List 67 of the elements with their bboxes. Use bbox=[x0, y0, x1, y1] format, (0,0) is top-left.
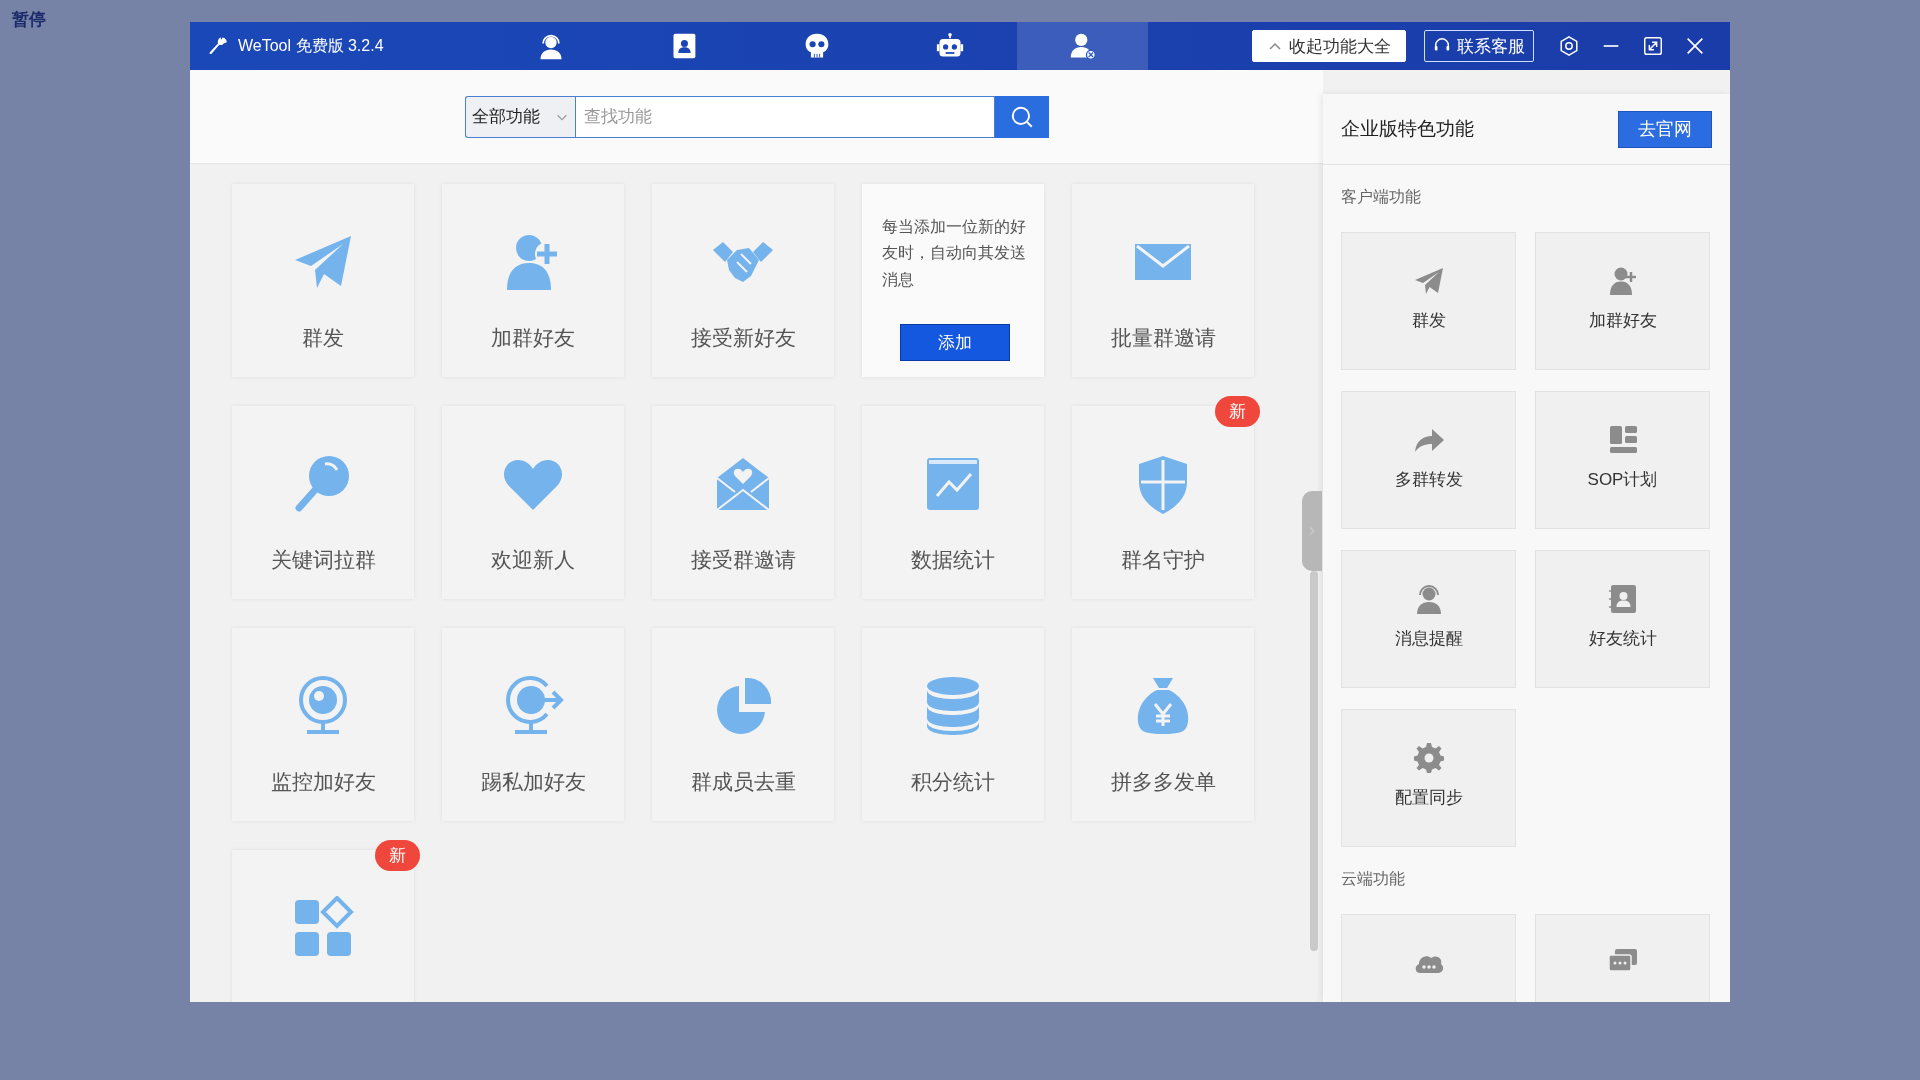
feature-label: 群发 bbox=[302, 325, 344, 351]
feature-card[interactable]: 数据统计 bbox=[862, 406, 1044, 599]
search-field[interactable]: 查找功能 bbox=[575, 95, 995, 138]
feature-card[interactable]: 拼多多发单 bbox=[1072, 628, 1254, 821]
feature-label: SOP计划 bbox=[1587, 469, 1658, 491]
contact-card-icon bbox=[1606, 583, 1639, 615]
feature-card[interactable]: 好友统计 bbox=[1535, 550, 1710, 688]
add-button[interactable]: 添加 bbox=[900, 324, 1010, 361]
feature-card[interactable]: 接受新好友 bbox=[652, 184, 834, 377]
desktop-label: 暂停 bbox=[12, 9, 46, 31]
robot-icon bbox=[935, 32, 964, 60]
nav-tab[interactable] bbox=[1017, 22, 1148, 70]
collapse-button[interactable]: 收起功能大全 bbox=[1252, 30, 1406, 62]
gear-icon bbox=[1412, 742, 1445, 774]
feature-card[interactable]: 积分统计 bbox=[862, 628, 1044, 821]
feature-card[interactable]: 踢私加好友 bbox=[442, 628, 624, 821]
section-heading: 云端功能 bbox=[1341, 869, 1406, 889]
feature-label: 数据统计 bbox=[911, 547, 995, 573]
feature-label: 群发 bbox=[1411, 310, 1446, 332]
collapse-handle[interactable] bbox=[1302, 491, 1322, 571]
settings-icon[interactable] bbox=[1558, 35, 1580, 57]
feature-label: 接受新好友 bbox=[690, 325, 796, 351]
feature-card[interactable]: 群发 bbox=[232, 184, 414, 377]
maximize-icon[interactable] bbox=[1642, 35, 1664, 57]
feature-label: 群成员去重 bbox=[690, 769, 796, 795]
feature-card[interactable]: 消息提醒 bbox=[1341, 550, 1516, 688]
feature-card[interactable]: 关键词拉群 bbox=[232, 406, 414, 599]
feature-label: 监控加好友 bbox=[270, 769, 376, 795]
search-button[interactable] bbox=[995, 95, 1049, 138]
feature-card[interactable]: 欢迎新人 bbox=[442, 406, 624, 599]
feature-label: 配置同步 bbox=[1394, 787, 1463, 809]
new-badge: 新 bbox=[375, 840, 420, 871]
feature-label: 踢私加好友 bbox=[480, 769, 586, 795]
feature-card[interactable]: 加群好友 bbox=[442, 184, 624, 377]
feature-card[interactable]: 群成员去重 bbox=[652, 628, 834, 821]
feature-label: 关键词拉群 bbox=[270, 547, 376, 573]
scrollbar[interactable] bbox=[1310, 571, 1318, 951]
feature-label: 加群好友 bbox=[491, 325, 575, 351]
feature-card[interactable]: 批量群邀请 bbox=[1072, 184, 1254, 377]
feature-card[interactable]: 配置同步 bbox=[1341, 709, 1516, 847]
feature-label: 欢迎新人 bbox=[491, 547, 575, 573]
feature-label: 消息提醒 bbox=[1394, 628, 1463, 650]
feature-label: 好友统计 bbox=[1588, 628, 1657, 650]
wrench-icon bbox=[208, 36, 228, 56]
feature-label: 拼多多发单 bbox=[1110, 769, 1216, 795]
category-dropdown[interactable]: 全部功能 bbox=[465, 95, 575, 138]
feature-card[interactable]: SOP计划 bbox=[1535, 391, 1710, 529]
feature-card[interactable]: 接受群邀请 bbox=[652, 406, 834, 599]
contact-button[interactable]: 联系客服 bbox=[1424, 30, 1534, 62]
feature-card[interactable]: 多群转发 bbox=[1341, 391, 1516, 529]
panel-title: 企业版特色功能 bbox=[1341, 117, 1474, 141]
feature-label: 多群转发 bbox=[1394, 469, 1463, 491]
section-heading: 客户端功能 bbox=[1341, 187, 1422, 207]
info-text: 每当添加一位新的好友时，自动向其发送消息 bbox=[882, 217, 1027, 290]
feature-label: 批量群邀请 bbox=[1110, 325, 1216, 351]
feature-card[interactable]: 监控加好友 bbox=[232, 628, 414, 821]
feature-label: 群名守护 bbox=[1121, 547, 1205, 573]
close-icon[interactable] bbox=[1684, 35, 1706, 57]
window-title: WeTool 免费版 3.2.4 bbox=[238, 35, 384, 56]
feature-label: 接受群邀请 bbox=[690, 547, 796, 573]
user-badge-icon bbox=[1068, 32, 1097, 60]
feature-card[interactable]: 加群好友 bbox=[1535, 232, 1710, 370]
feature-card[interactable]: 群发 bbox=[1341, 232, 1516, 370]
website-button[interactable]: 去官网 bbox=[1618, 110, 1712, 148]
feature-label: 积分统计 bbox=[911, 769, 995, 795]
new-badge: 新 bbox=[1215, 396, 1260, 427]
feature-label: 加群好友 bbox=[1588, 310, 1657, 332]
